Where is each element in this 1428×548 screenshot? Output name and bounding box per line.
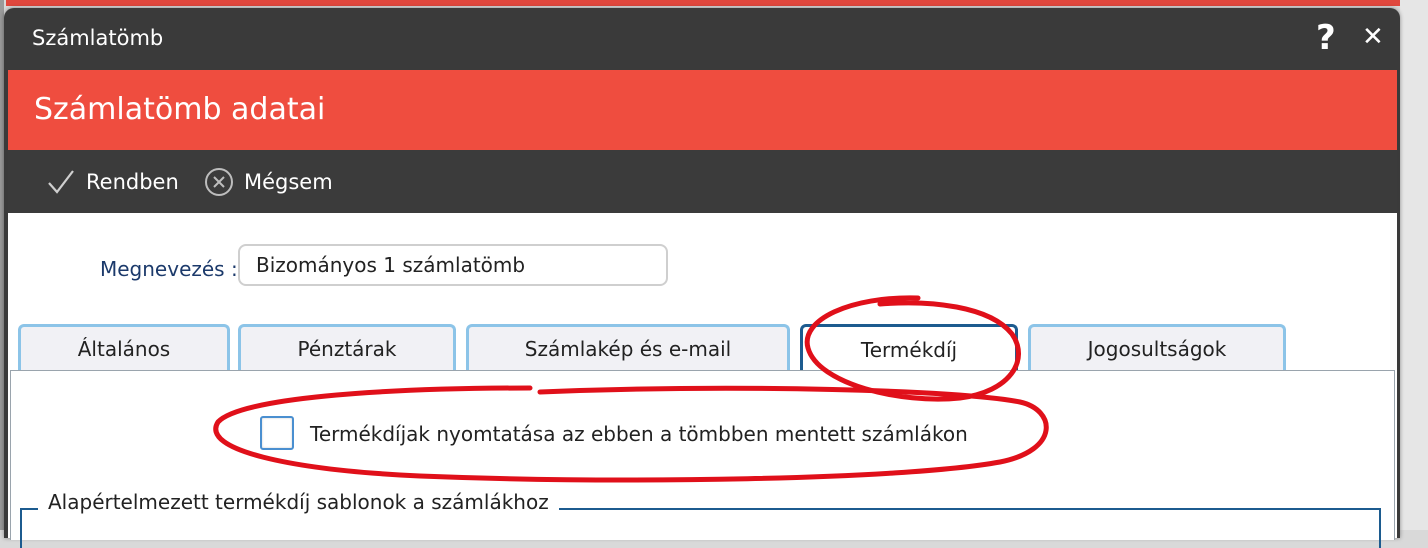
default-templates-group	[20, 508, 1381, 548]
dialog-window: Számlatömb ? ✕ Számlatömb adatai Rendben…	[4, 8, 1400, 548]
tab-label: Általános	[77, 336, 171, 361]
tab-altalanos[interactable]: Általános	[18, 324, 230, 370]
print-fees-checkbox[interactable]	[260, 416, 294, 450]
dialog-content: Számlatömb adatai Rendben Mégsem Megneve…	[8, 70, 1397, 548]
tab-label: Termékdíj	[860, 337, 958, 362]
tab-label: Számlakép és e-mail	[524, 336, 732, 361]
dialog-titlebar[interactable]: Számlatömb ? ✕	[4, 8, 1400, 70]
page-header: Számlatömb adatai	[8, 70, 1397, 150]
tab-termekdij[interactable]: Termékdíj	[800, 324, 1018, 372]
tab-jogosultsagok[interactable]: Jogosultságok	[1028, 324, 1286, 370]
ok-button[interactable]: Rendben	[46, 150, 179, 213]
name-field-label: Megnevezés :	[100, 257, 238, 281]
default-templates-legend: Alapértelmezett termékdíj sablonok a szá…	[38, 490, 559, 514]
circle-x-icon	[205, 167, 233, 196]
background-app-header	[6, 0, 1428, 6]
close-icon[interactable]: ✕	[1362, 22, 1384, 52]
cancel-button[interactable]: Mégsem	[204, 150, 333, 213]
tab-penztarak[interactable]: Pénztárak	[238, 324, 456, 370]
background-app-area	[1400, 0, 1428, 530]
name-field[interactable]	[238, 244, 668, 286]
tab-label: Pénztárak	[297, 336, 397, 361]
tab-label: Jogosultságok	[1087, 336, 1227, 361]
help-icon[interactable]: ?	[1316, 18, 1336, 58]
ok-button-label: Rendben	[86, 169, 179, 194]
checkmark-icon	[48, 169, 74, 194]
cancel-button-label: Mégsem	[244, 169, 333, 194]
tab-szamlakep-email[interactable]: Számlakép és e-mail	[466, 324, 790, 370]
toolbar: Rendben Mégsem	[8, 150, 1397, 213]
dialog-title: Számlatömb	[32, 26, 164, 50]
page-title: Számlatömb adatai	[34, 92, 326, 127]
print-fees-checkbox-label[interactable]: Termékdíjak nyomtatása az ebben a tömbbe…	[310, 422, 968, 446]
